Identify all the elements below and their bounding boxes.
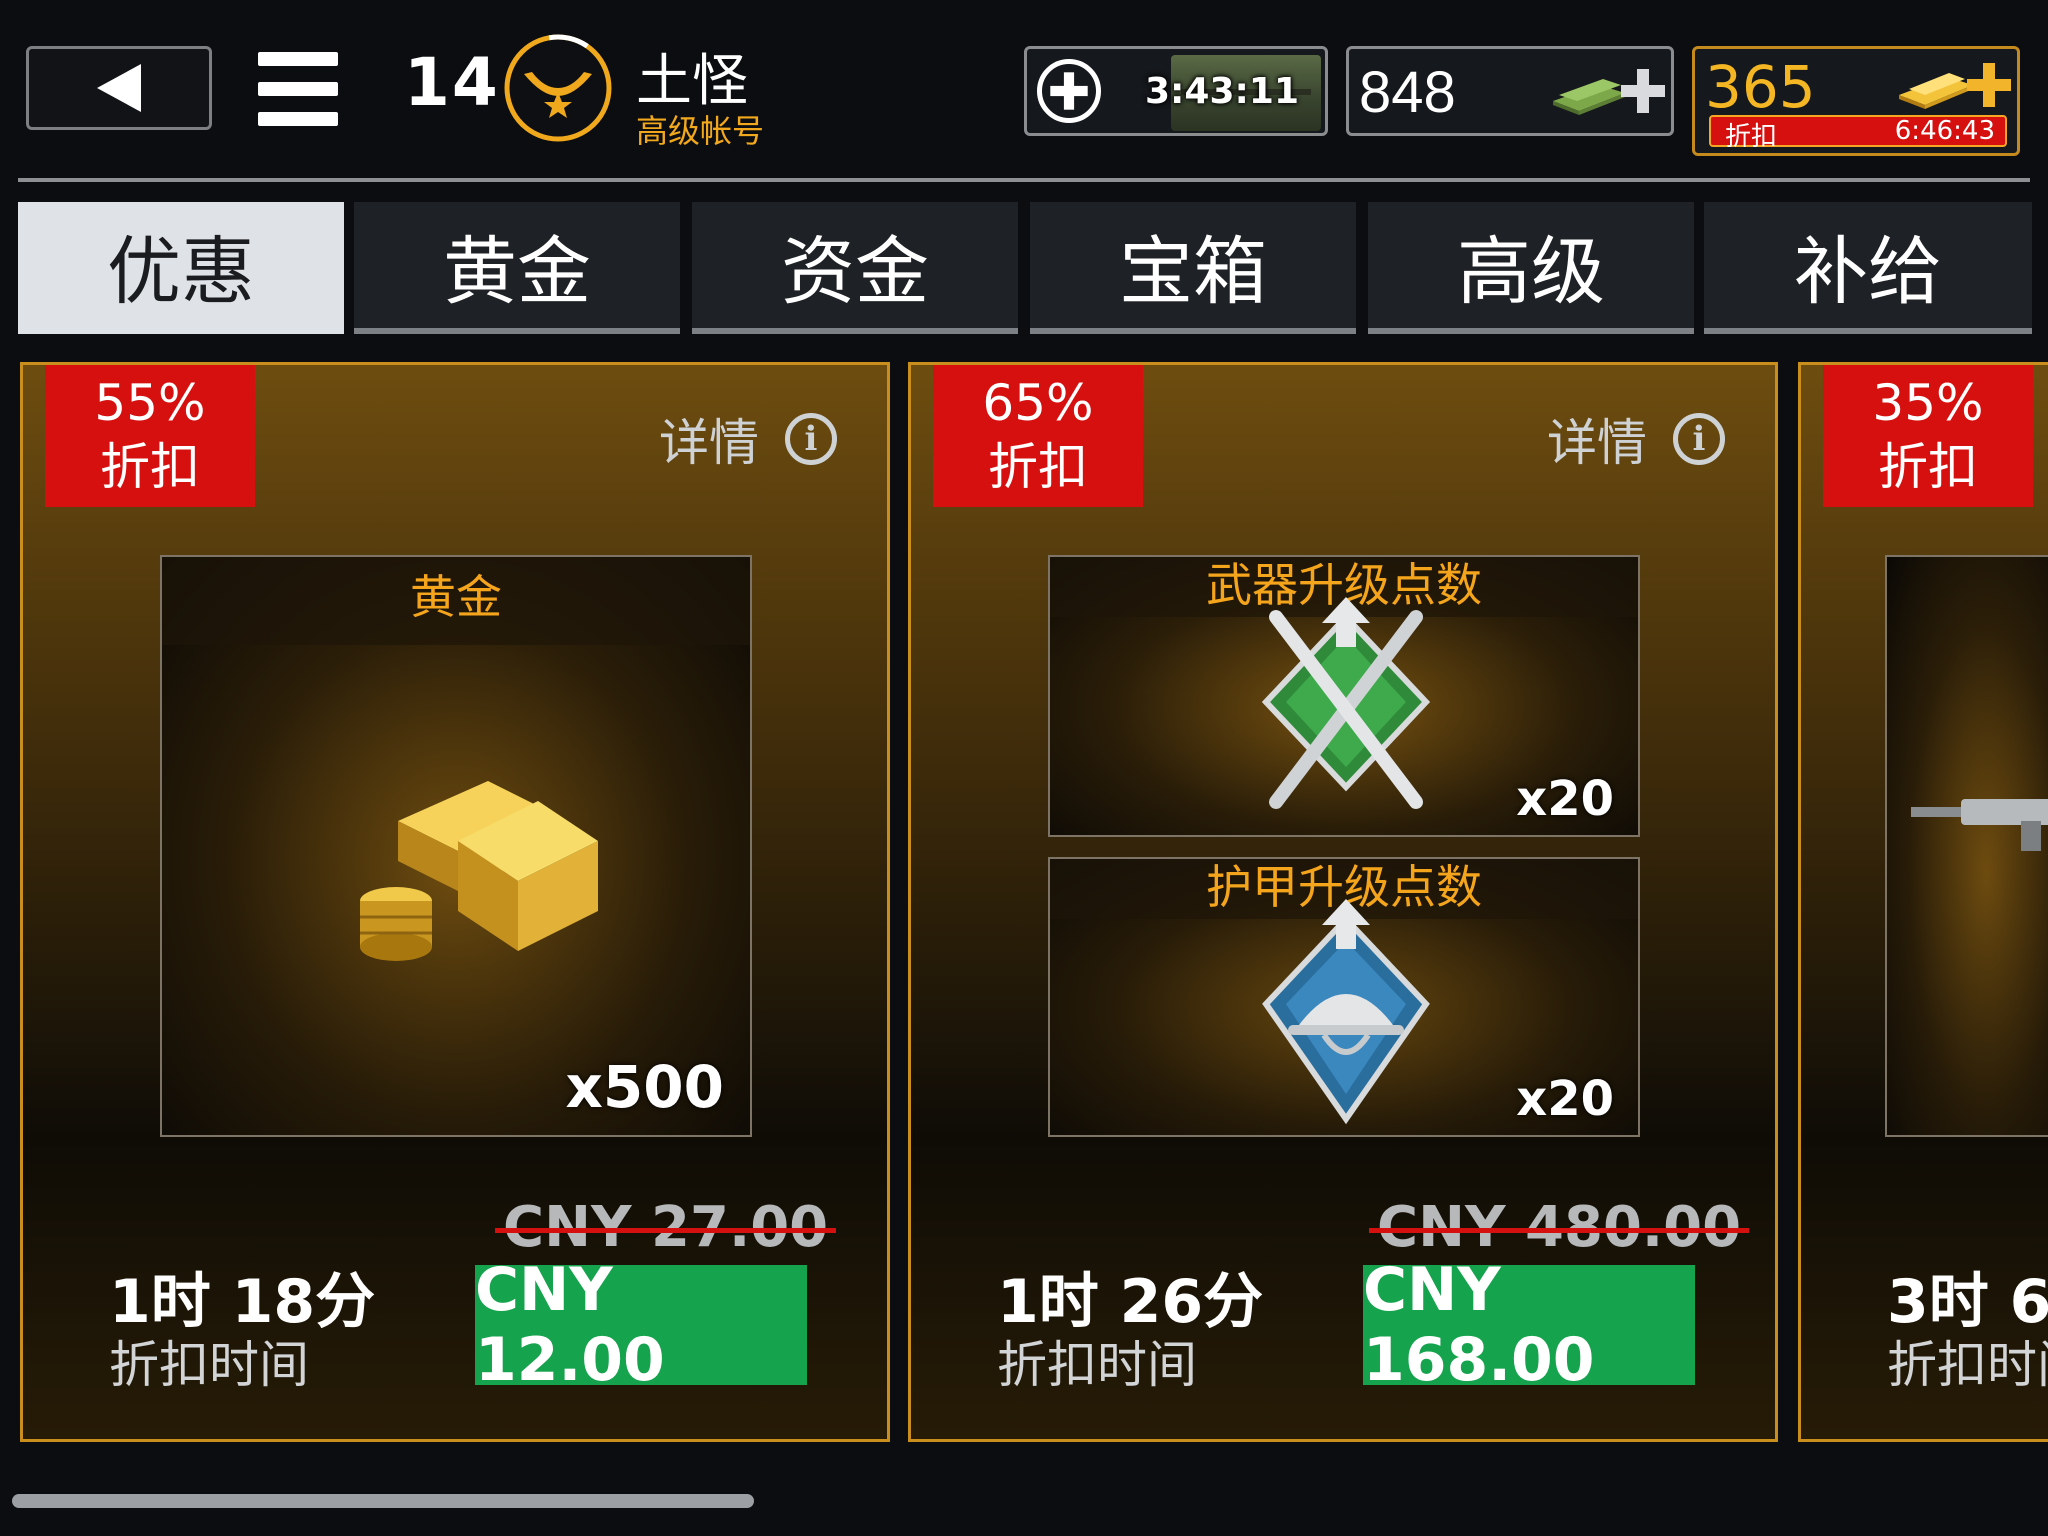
tab-offers[interactable]: 优惠 [18, 202, 344, 334]
gold-sale-timer: 6:46:43 [1894, 116, 1995, 146]
account-type: 高级帐号 [636, 112, 765, 150]
item-qty: x20 [1516, 1071, 1614, 1127]
discount-label: 折扣 [988, 438, 1088, 496]
rank-badge-icon[interactable] [502, 32, 614, 144]
discount-percent: 65% [982, 374, 1094, 432]
discount-time-label: 折扣时间 [109, 1336, 309, 1394]
cash-stack-icon [1553, 79, 1625, 115]
tab-premium[interactable]: 高级 [1368, 202, 1694, 334]
discount-time-label: 折扣时间 [997, 1336, 1197, 1394]
item-panel-armor-points: 护甲升级点数 x20 [1048, 857, 1640, 1137]
details-label: 详情 [1547, 414, 1647, 472]
gold-sale-label: 折扣 [1725, 122, 1778, 152]
discount-ribbon: 35% 折扣 [1823, 365, 2033, 507]
old-price: CNY 27.00 [494, 1195, 837, 1260]
tab-supplies[interactable]: 补给 [1704, 202, 2032, 334]
item-qty: x500 [565, 1053, 724, 1121]
info-icon: i [1673, 413, 1725, 465]
gold-value: 365 [1705, 53, 1816, 121]
discount-label: 折扣 [100, 438, 200, 496]
discount-percent: 55% [94, 374, 206, 432]
details-label: 详情 [659, 414, 759, 472]
gold-sale-strip: 折扣 6:46:43 [1709, 115, 2007, 152]
weapon-upgrade-icon [1261, 597, 1431, 809]
old-price: CNY 480.00 [1368, 1195, 1750, 1260]
discount-time-label: 折扣时间 [1887, 1336, 2048, 1394]
buy-button[interactable]: CNY 168.00 [1363, 1255, 1695, 1395]
crate-timer: 3:43:11 [1144, 71, 1299, 112]
gold-balance[interactable]: 365 折扣 6:46:43 [1692, 46, 2020, 156]
offer-card-gold[interactable]: 55% 折扣 详情 i 黄金 x500 CNY 27.00 CNY 12.00 … [20, 362, 890, 1442]
discount-label: 折扣 [1878, 438, 1978, 496]
back-button[interactable] [26, 46, 212, 130]
item-panel-weapon-points: 武器升级点数 x20 [1048, 555, 1640, 837]
add-cash-icon[interactable] [1621, 69, 1665, 113]
tab-chests[interactable]: 宝箱 [1030, 202, 1356, 334]
header-divider [18, 178, 2030, 182]
offer-card-weapon[interactable]: 35% 折扣 3时 6 折扣时间 [1798, 362, 2048, 1442]
discount-ribbon: 65% 折扣 [933, 365, 1143, 507]
machine-gun-icon [1911, 799, 2048, 851]
armor-upgrade-icon [1262, 899, 1430, 1125]
offer-card-upgrades[interactable]: 65% 折扣 详情 i 武器升级点数 x20 护甲升级点数 x20 CNY 48… [908, 362, 1778, 1442]
cash-value: 848 [1359, 60, 1456, 125]
tab-funds[interactable]: 资金 [692, 202, 1018, 334]
add-gold-icon[interactable] [1967, 63, 2011, 107]
gold-bars-icon [360, 781, 598, 961]
menu-icon[interactable] [258, 52, 338, 126]
cash-balance[interactable]: 848 [1346, 46, 1674, 136]
buy-button[interactable]: CNY 12.00 [475, 1255, 807, 1395]
player-level: 14 [404, 44, 500, 121]
item-qty: x20 [1516, 771, 1614, 827]
discount-ribbon: 55% 折扣 [45, 365, 255, 507]
item-title: 黄金 [162, 557, 750, 645]
discount-percent: 35% [1872, 374, 1984, 432]
item-panel-weapon [1885, 555, 2048, 1137]
details-button[interactable]: 详情 i [1547, 403, 1725, 475]
info-icon: i [785, 413, 837, 465]
details-button[interactable]: 详情 i [659, 403, 837, 475]
gold-bar-icon [1899, 73, 1973, 109]
tab-gold[interactable]: 黄金 [354, 202, 680, 334]
player-name: 土怪 [636, 49, 748, 114]
add-circle-icon[interactable] [1037, 59, 1101, 123]
crate-timer-widget[interactable]: 3:43:11 [1024, 46, 1328, 136]
horizontal-scrollbar[interactable] [12, 1494, 754, 1508]
back-arrow-icon [97, 64, 141, 112]
item-panel-gold: 黄金 x500 [160, 555, 752, 1137]
